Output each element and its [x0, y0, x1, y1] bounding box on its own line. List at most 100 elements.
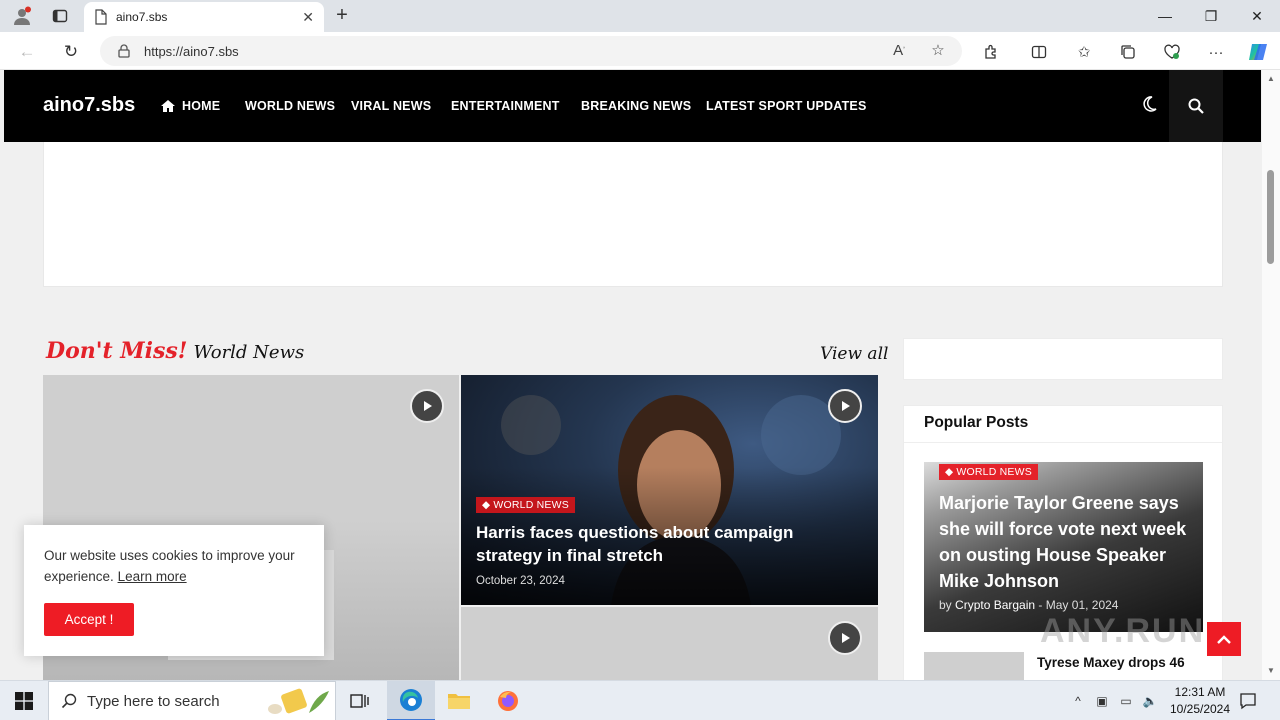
popular-post-meta: by Crypto Bargain - May 01, 2024 — [939, 598, 1118, 612]
author-link[interactable]: Crypto Bargain — [955, 598, 1035, 612]
minimize-icon[interactable]: — — [1142, 0, 1188, 32]
read-aloud-icon[interactable]: Aʼ — [886, 37, 912, 63]
cookie-text: Our website uses cookies to improve your… — [44, 545, 312, 587]
nav-entertainment[interactable]: ENTERTAINMENT — [451, 99, 560, 113]
restore-icon[interactable]: ❐ — [1188, 0, 1234, 32]
clock-date: 10/25/2024 — [1169, 702, 1231, 716]
post-date: May 01, 2024 — [1045, 598, 1119, 612]
browser-essentials-icon[interactable] — [1159, 39, 1185, 65]
nav-latest-sport-updates[interactable]: LATEST SPORT UPDATES — [706, 99, 867, 113]
feature-date: October 23, 2024 — [476, 575, 565, 587]
close-icon[interactable]: ✕ — [302, 9, 314, 26]
view-all-link[interactable]: View all — [820, 344, 888, 364]
address-bar-row: ← ↻ https://aino7.sbs Aʼ ☆ ✩ ··· — [0, 32, 1280, 70]
nav-breaking-news-label: BREAKING NEWS — [581, 99, 692, 113]
byline-prefix: by — [939, 598, 952, 612]
network-icon[interactable]: ▭ — [1116, 691, 1136, 711]
article-card-lower[interactable] — [461, 607, 878, 680]
site-logo[interactable]: aino7.sbs — [43, 94, 135, 117]
popular-post-title-small[interactable]: Tyrese Maxey drops 46 — [1037, 654, 1207, 672]
search-icon — [61, 693, 77, 709]
back-to-top-button[interactable] — [1207, 622, 1241, 656]
more-icon[interactable]: ··· — [1203, 39, 1229, 65]
tab-title: aino7.sbs — [116, 10, 168, 24]
browser-tab[interactable]: aino7.sbs ✕ — [84, 2, 324, 32]
task-view-icon[interactable] — [336, 681, 384, 720]
notification-icon[interactable] — [1236, 689, 1260, 713]
taskbar-search-box[interactable]: Type here to search — [48, 681, 336, 720]
windows-taskbar: Type here to search ^ ▣ ▭ 🔈 12:31 AM 10/… — [0, 680, 1280, 720]
collections-icon[interactable] — [1115, 39, 1141, 65]
section-title: Don't Miss! World News — [46, 338, 304, 364]
category-badge[interactable]: ◆ WORLD NEWS — [476, 497, 575, 513]
cookie-banner: Our website uses cookies to improve your… — [24, 525, 324, 656]
accept-cookies-button[interactable]: Accept ! — [44, 603, 134, 636]
play-icon[interactable] — [410, 389, 444, 423]
nav-viral-news[interactable]: VIRAL NEWS — [351, 99, 431, 113]
divider — [904, 442, 1222, 443]
profile-icon[interactable] — [10, 4, 34, 28]
play-icon[interactable] — [828, 389, 862, 423]
chevron-up-icon[interactable]: ^ — [1068, 691, 1088, 711]
refresh-icon[interactable]: ↻ — [58, 39, 84, 65]
scroll-down-arrow[interactable]: ▼ — [1262, 664, 1280, 678]
plus-icon[interactable]: + — [330, 4, 354, 28]
category-label: WORLD NEWS — [956, 466, 1032, 478]
split-screen-icon[interactable] — [1026, 39, 1052, 65]
taskbar-search-placeholder: Type here to search — [87, 692, 220, 710]
url-text: https://aino7.sbs — [144, 43, 239, 59]
tab-actions-icon[interactable] — [48, 4, 72, 28]
windows-start-icon[interactable] — [0, 681, 48, 720]
taskbar-clock[interactable]: 12:31 AM 10/25/2024 — [1160, 684, 1240, 718]
firefox-icon[interactable] — [484, 681, 532, 720]
popular-post-main[interactable]: ◆ WORLD NEWS Marjorie Taylor Greene says… — [924, 462, 1203, 632]
nav-breaking-news[interactable]: BREAKING NEWS — [581, 99, 691, 113]
nav-world-news[interactable]: WORLD NEWS — [245, 99, 335, 113]
search-highlight-icon — [268, 688, 329, 714]
nav-world-news-label: WORLD NEWS — [245, 99, 336, 113]
site-search-button[interactable] — [1169, 70, 1223, 142]
scroll-thumb[interactable] — [1267, 170, 1274, 264]
copilot-icon[interactable] — [1245, 39, 1271, 65]
nav-home-label: HOME — [182, 99, 221, 113]
nav-entertainment-label: ENTERTAINMENT — [451, 99, 560, 113]
back-icon[interactable]: ← — [14, 39, 40, 65]
tag-icon: ◆ — [945, 466, 957, 478]
lock-icon[interactable] — [118, 44, 130, 58]
popular-post-title[interactable]: Marjorie Taylor Greene says she will for… — [939, 490, 1194, 594]
page-icon — [95, 9, 107, 25]
feature-title[interactable]: Harris faces questions about campaign st… — [476, 521, 861, 567]
popular-post-thumbnail[interactable] — [924, 652, 1024, 680]
tray-device-icon[interactable]: ▣ — [1092, 691, 1112, 711]
home-icon — [161, 100, 175, 112]
tag-icon: ◆ — [482, 499, 494, 511]
category-badge[interactable]: ◆ WORLD NEWS — [939, 464, 1038, 480]
favorites-icon[interactable]: ✩ — [1071, 39, 1097, 65]
address-field[interactable]: https://aino7.sbs — [100, 36, 962, 66]
section-title-accent: Don't Miss! — [46, 338, 188, 364]
nav-viral-news-label: VIRAL NEWS — [351, 99, 432, 113]
play-icon[interactable] — [828, 621, 862, 655]
feature-info: ◆ WORLD NEWS Harris faces questions abou… — [476, 495, 861, 587]
watermark: ANY.RUN — [1040, 612, 1206, 650]
extensions-icon[interactable] — [978, 39, 1004, 65]
category-badge-wrap: ◆ WORLD NEWS — [939, 462, 1038, 480]
page-scrollbar[interactable]: ▲ ▼ — [1262, 70, 1280, 680]
scroll-up-arrow[interactable]: ▲ — [1262, 72, 1280, 86]
edge-icon[interactable] — [387, 681, 435, 720]
favorite-star-icon[interactable]: ☆ — [925, 37, 951, 63]
volume-icon[interactable]: 🔈 — [1140, 691, 1160, 711]
nav-latest-sport-updates-label: LATEST SPORT UPDATES — [706, 99, 867, 113]
nav-home[interactable]: HOME — [160, 99, 220, 113]
close-window-icon[interactable]: ✕ — [1234, 0, 1280, 32]
ad-placeholder — [43, 142, 1223, 287]
file-explorer-icon[interactable] — [435, 681, 483, 720]
moon-icon[interactable] — [1140, 95, 1160, 115]
popular-posts-heading: Popular Posts — [924, 414, 1029, 431]
category-label: WORLD NEWS — [493, 499, 569, 511]
learn-more-link[interactable]: Learn more — [118, 569, 187, 584]
page-viewport: aino7.sbs HOME WORLD NEWS VIRAL NEWS ENT… — [0, 70, 1262, 680]
clock-time: 12:31 AM — [1174, 685, 1226, 699]
search-icon — [1188, 98, 1204, 114]
article-card-feature[interactable]: ◆ WORLD NEWS Harris faces questions abou… — [461, 375, 878, 605]
